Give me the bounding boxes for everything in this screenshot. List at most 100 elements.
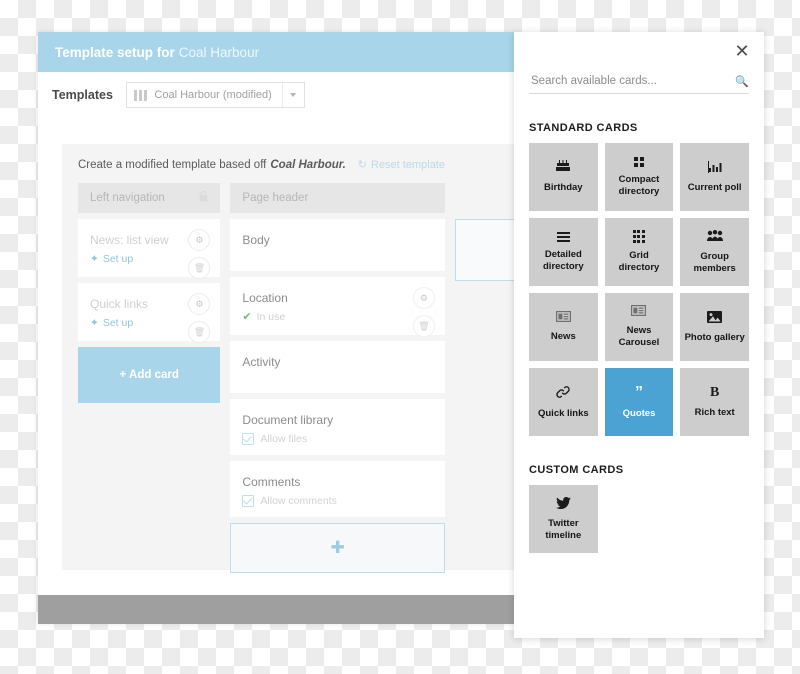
card-option-photo-gallery[interactable]: Photo gallery (680, 293, 749, 361)
reset-template-label: Reset template (371, 158, 445, 171)
card-option-label: Group members (693, 250, 736, 274)
search-cards-field[interactable]: 🔍 (529, 74, 749, 94)
card-allow-files[interactable]: Allow files (242, 431, 433, 447)
column-title: Left navigation (90, 192, 165, 204)
card-title: Location (242, 291, 288, 305)
card-allow-label: Allow comments (260, 495, 337, 507)
people-icon (706, 229, 723, 244)
link-icon (556, 385, 571, 401)
bold-b-icon: B (709, 384, 720, 400)
card-option-detailed-directory[interactable]: Detailed directory (529, 218, 598, 286)
add-card-button[interactable]: + Add card (78, 347, 221, 403)
templates-bar: Templates Coal Harbour (modified) (38, 72, 518, 118)
chevron-down-icon (290, 93, 297, 97)
column-header-page-header: Page header (230, 183, 445, 213)
card-status: ✔ In use (242, 309, 433, 325)
card-option-label: Detailed directory (543, 248, 584, 272)
reload-icon: ↻ (357, 159, 367, 171)
template-hint: Create a modified template based off Coa… (62, 144, 518, 183)
wrench-icon: ✦ (90, 317, 99, 329)
card-status-label: In use (256, 311, 286, 323)
column-partial-right (454, 183, 518, 573)
card-option-label: Grid directory (618, 249, 660, 273)
template-select-caret[interactable] (281, 83, 304, 107)
add-card-slot[interactable]: ✚ (230, 523, 445, 573)
card-setup-label: Set up (102, 253, 134, 265)
template-select-value-area[interactable]: Coal Harbour (modified) (127, 83, 282, 107)
card-body[interactable]: Body (230, 219, 445, 271)
hint-emphasis: Coal Harbour. (270, 158, 346, 171)
trash-icon[interactable]: 🗑 (188, 321, 211, 343)
search-input[interactable] (529, 74, 736, 88)
grid-3x3-icon (632, 230, 646, 243)
template-select[interactable]: Coal Harbour (modified) (125, 82, 305, 108)
templates-label: Templates (52, 88, 113, 102)
card-option-label: Compact directory (618, 173, 660, 197)
card-comments[interactable]: Comments Allow comments (230, 461, 445, 517)
card-option-label: Current poll (687, 181, 742, 193)
card-option-current-poll[interactable]: Current poll (680, 143, 749, 211)
lock-icon (199, 190, 208, 205)
card-news-list-view[interactable]: News: list view ✦ Set up ⚙ 🗑 (78, 219, 221, 279)
card-title: Comments (242, 475, 301, 489)
available-cards-panel: ✕ 🔍 STANDARD CARDS Birthday Compact dire… (514, 32, 764, 638)
section-title-standard-cards: STANDARD CARDS (529, 122, 638, 134)
trash-icon[interactable]: 🗑 (188, 257, 211, 279)
news-icon (631, 305, 647, 318)
card-actions: ⚙ 🗑 (188, 229, 211, 279)
gear-icon[interactable]: ⚙ (188, 229, 211, 251)
search-icon[interactable]: 🔍 (735, 75, 749, 88)
section-title-custom-cards: CUSTOM CARDS (529, 464, 624, 476)
custom-cards-grid: Twitter timeline (529, 485, 749, 553)
template-columns-icon (133, 89, 148, 101)
card-title: Activity (242, 355, 281, 369)
card-setup-label: Set up (102, 317, 134, 329)
gear-icon[interactable]: ⚙ (412, 287, 435, 309)
card-option-quotes[interactable]: ” Quotes (604, 368, 674, 436)
list-lines-icon (556, 231, 570, 242)
trash-icon[interactable]: 🗑 (412, 315, 435, 337)
card-actions: ⚙ 🗑 (188, 293, 211, 343)
wrench-icon: ✦ (90, 253, 99, 265)
close-icon[interactable]: ✕ (732, 41, 752, 61)
checkbox-checked-icon (242, 495, 255, 507)
card-actions: ⚙ 🗑 (412, 287, 435, 337)
window-title-strong: Template setup for (55, 44, 175, 60)
card-allow-label: Allow files (260, 433, 308, 445)
card-document-library[interactable]: Document library Allow files (230, 399, 445, 455)
card-option-news[interactable]: News (529, 293, 598, 361)
card-option-twitter-timeline[interactable]: Twitter timeline (529, 485, 598, 553)
ghost-drop-target[interactable] (454, 219, 518, 281)
check-icon: ✔ (242, 311, 252, 323)
standard-cards-grid: Birthday Compact directory Current poll … (529, 143, 749, 436)
card-quick-links[interactable]: Quick links ✦ Set up ⚙ 🗑 (78, 283, 221, 343)
window-footer-bar (38, 595, 518, 624)
column-header-partial (454, 183, 518, 213)
card-option-label: Birthday (544, 182, 583, 193)
card-allow-comments[interactable]: Allow comments (242, 493, 433, 509)
template-select-value: Coal Harbour (modified) (154, 89, 272, 101)
card-option-birthday[interactable]: Birthday (529, 143, 598, 211)
card-location[interactable]: Location ✔ In use ⚙ 🗑 (230, 277, 445, 337)
hint-prefix: Create a modified template based off (78, 158, 267, 171)
card-option-quick-links[interactable]: Quick links (529, 368, 598, 436)
card-option-rich-text[interactable]: B Rich text (680, 368, 749, 436)
twitter-bird-icon (555, 496, 571, 511)
card-option-compact-directory[interactable]: Compact directory (604, 143, 674, 211)
window-header: Template setup for Coal Harbour (38, 32, 518, 72)
gear-icon[interactable]: ⚙ (188, 293, 211, 315)
quote-icon: ” (634, 383, 643, 401)
image-icon (707, 310, 723, 325)
card-activity[interactable]: Activity (230, 341, 445, 393)
template-canvas: Create a modified template based off Coa… (62, 144, 518, 573)
card-option-label: Quotes (622, 407, 656, 419)
card-option-group-members[interactable]: Group members (680, 218, 749, 286)
news-icon (555, 311, 571, 324)
reset-template-link[interactable]: ↻ Reset template (357, 158, 445, 172)
cake-icon (556, 160, 571, 175)
column-page-header: Page header Body Location ✔ In use ⚙ 🗑 A… (230, 183, 445, 573)
card-option-label: Photo gallery (684, 331, 745, 343)
card-title: Document library (242, 413, 334, 427)
card-option-news-carousel[interactable]: News Carousel (604, 293, 674, 361)
card-option-grid-directory[interactable]: Grid directory (604, 218, 674, 286)
